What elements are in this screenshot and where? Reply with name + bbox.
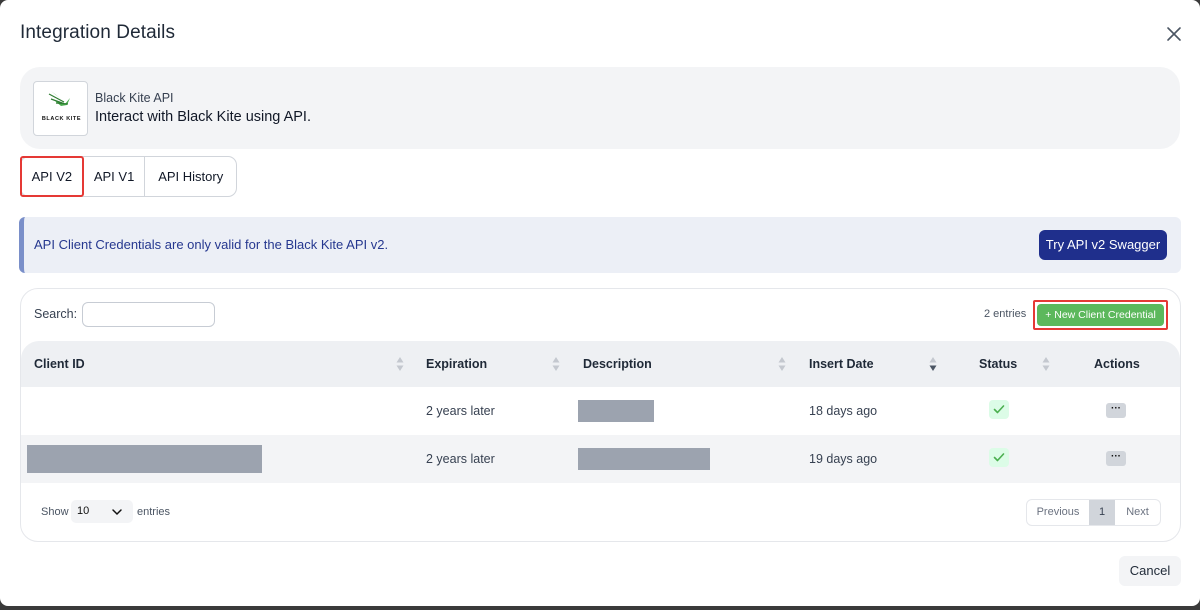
sort-icon[interactable] [552, 356, 560, 372]
redacted-description [578, 400, 654, 422]
banner-text: API Client Credentials are only valid fo… [34, 237, 389, 252]
tab-api-v2[interactable]: API V2 [20, 156, 84, 197]
column-header-status[interactable]: Status [979, 357, 1017, 371]
table-row: 2 years later 18 days ago ··· [21, 387, 1180, 435]
pagination-previous[interactable]: Previous [1027, 500, 1089, 525]
redacted-client-id [27, 445, 262, 473]
api-tabs: API V2 API V1 API History [20, 156, 237, 197]
column-header-actions: Actions [1094, 357, 1140, 371]
row-actions-button[interactable]: ··· [1106, 451, 1126, 466]
page-size-value: 10 [77, 505, 90, 517]
status-check-icon [989, 448, 1009, 467]
pagination: Previous 1 Next [1026, 499, 1161, 526]
logo-text: BLACK KITE [41, 116, 82, 122]
sort-icon[interactable] [1042, 356, 1050, 372]
row-actions-button[interactable]: ··· [1106, 403, 1126, 418]
insert-date-cell: 18 days ago [809, 404, 878, 418]
column-header-description[interactable]: Description [583, 357, 652, 371]
search-input[interactable] [82, 302, 215, 327]
chevron-down-icon [112, 509, 122, 516]
column-header-client-id[interactable]: Client ID [34, 357, 85, 371]
pagination-next[interactable]: Next [1115, 500, 1160, 525]
show-label: Show [41, 506, 69, 518]
kite-bird-icon [48, 91, 70, 106]
integration-description: Interact with Black Kite using API. [95, 109, 311, 125]
expiration-cell: 2 years later [426, 404, 495, 418]
search-label: Search: [34, 307, 78, 321]
integration-info-card: BLACK KITE Black Kite API Interact with … [20, 67, 1180, 149]
integration-name: Black Kite API [95, 91, 174, 105]
sort-desc-icon[interactable] [929, 356, 937, 372]
more-icon: ··· [1111, 403, 1121, 414]
more-icon: ··· [1111, 451, 1121, 462]
page-size-select[interactable]: 10 [71, 500, 133, 523]
try-swagger-button[interactable]: Try API v2 Swagger [1039, 230, 1167, 260]
new-client-credential-button[interactable]: + New Client Credential [1037, 304, 1164, 326]
sort-icon[interactable] [778, 356, 786, 372]
integration-details-modal: Integration Details BLACK KITE Black Kit… [0, 0, 1200, 606]
cancel-button[interactable]: Cancel [1119, 556, 1181, 586]
column-header-insert-date[interactable]: Insert Date [809, 357, 874, 371]
table-header: Client ID Expiration Description Insert … [21, 341, 1180, 387]
modal-title: Integration Details [20, 22, 176, 43]
tab-api-v1[interactable]: API V1 [84, 157, 146, 196]
pagination-page-1[interactable]: 1 [1089, 500, 1115, 525]
close-icon[interactable] [1162, 22, 1186, 46]
black-kite-logo: BLACK KITE [33, 81, 88, 136]
entries-count: 2 entries [984, 308, 1027, 320]
column-header-expiration[interactable]: Expiration [426, 357, 487, 371]
credentials-table-card: Search: 2 entries + New Client Credentia… [20, 288, 1181, 542]
sort-icon[interactable] [396, 356, 404, 372]
expiration-cell: 2 years later [426, 452, 495, 466]
redacted-description [578, 448, 710, 470]
insert-date-cell: 19 days ago [809, 452, 878, 466]
status-check-icon [989, 400, 1009, 419]
table-row: 2 years later 19 days ago ··· [21, 435, 1180, 483]
entries-label: entries [137, 506, 171, 518]
info-banner: API Client Credentials are only valid fo… [19, 217, 1181, 273]
tab-api-history[interactable]: API History [145, 157, 236, 196]
new-credential-highlight: + New Client Credential [1033, 300, 1168, 330]
